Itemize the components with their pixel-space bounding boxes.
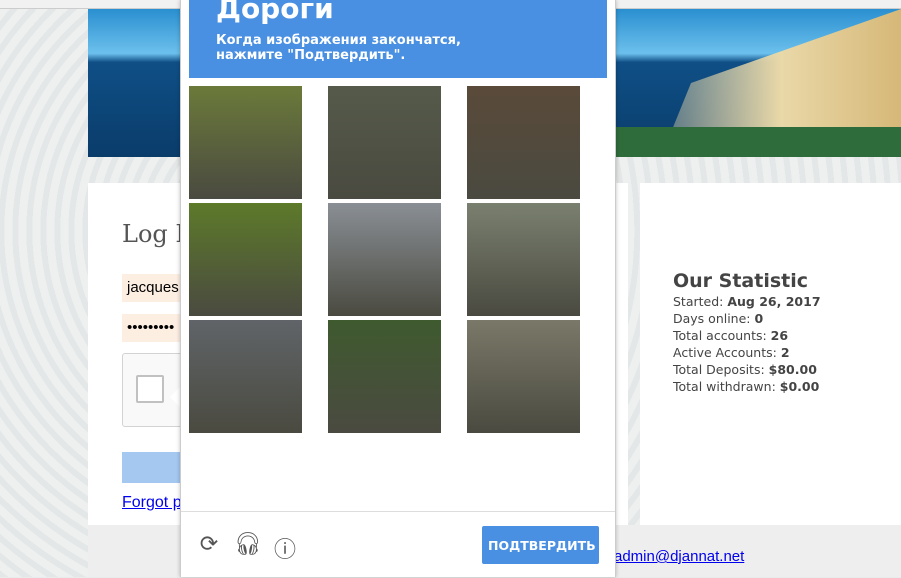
captcha-tile[interactable] [328, 86, 441, 199]
captcha-header: Дороги Когда изображения закончатся, наж… [189, 0, 607, 78]
statistics-title: Our Statistic [673, 270, 809, 292]
recaptcha-checkbox[interactable] [136, 375, 164, 403]
stat-row: Active Accounts: 2 [673, 344, 821, 361]
stat-value: $0.00 [779, 379, 820, 394]
stat-row: Total accounts: 26 [673, 327, 821, 344]
reload-icon[interactable]: ⟳ [196, 532, 222, 557]
info-icon[interactable]: ⓘ [272, 532, 298, 564]
stat-value: 2 [780, 345, 790, 360]
verify-button[interactable]: ПОДТВЕРДИТЬ [482, 526, 599, 564]
stat-row: Total Deposits: $80.00 [673, 361, 821, 378]
headphones-icon[interactable]: 🎧︎ [234, 532, 262, 557]
captcha-tile[interactable] [189, 203, 302, 316]
stat-value: 26 [770, 328, 789, 343]
stat-value: $80.00 [768, 362, 817, 377]
stat-label: Total withdrawn: [673, 379, 780, 394]
captcha-instruction: Когда изображения закончатся, нажмите "П… [216, 33, 461, 63]
stat-label: Started: [673, 294, 728, 309]
stat-row: Total withdrawn: $0.00 [673, 378, 821, 395]
captcha-tile[interactable] [467, 86, 580, 199]
stat-label: Active Accounts: [673, 345, 781, 360]
captcha-tile[interactable] [467, 320, 580, 433]
captcha-tile[interactable] [189, 320, 302, 433]
stat-value: 0 [754, 311, 764, 326]
captcha-footer: ⟳ 🎧︎ ⓘ ПОДТВЕРДИТЬ [181, 511, 615, 578]
email-link[interactable]: admin@djannat.net [614, 548, 744, 565]
stat-label: Total Deposits: [673, 362, 769, 377]
captcha-tile[interactable] [328, 203, 441, 316]
stat-row: Started: Aug 26, 2017 [673, 293, 821, 310]
captcha-tile[interactable] [189, 86, 302, 199]
stat-label: Total accounts: [673, 328, 771, 343]
captcha-title: Дороги [216, 0, 334, 25]
stat-value: Aug 26, 2017 [727, 294, 821, 309]
stat-label: Days online: [673, 311, 755, 326]
captcha-tile[interactable] [328, 320, 441, 433]
statistics: Our Statistic Started: Aug 26, 2017 Days … [673, 270, 821, 395]
captcha-tile[interactable] [467, 203, 580, 316]
captcha-challenge: Дороги Когда изображения закончатся, наж… [180, 0, 616, 577]
stat-row: Days online: 0 [673, 310, 821, 327]
